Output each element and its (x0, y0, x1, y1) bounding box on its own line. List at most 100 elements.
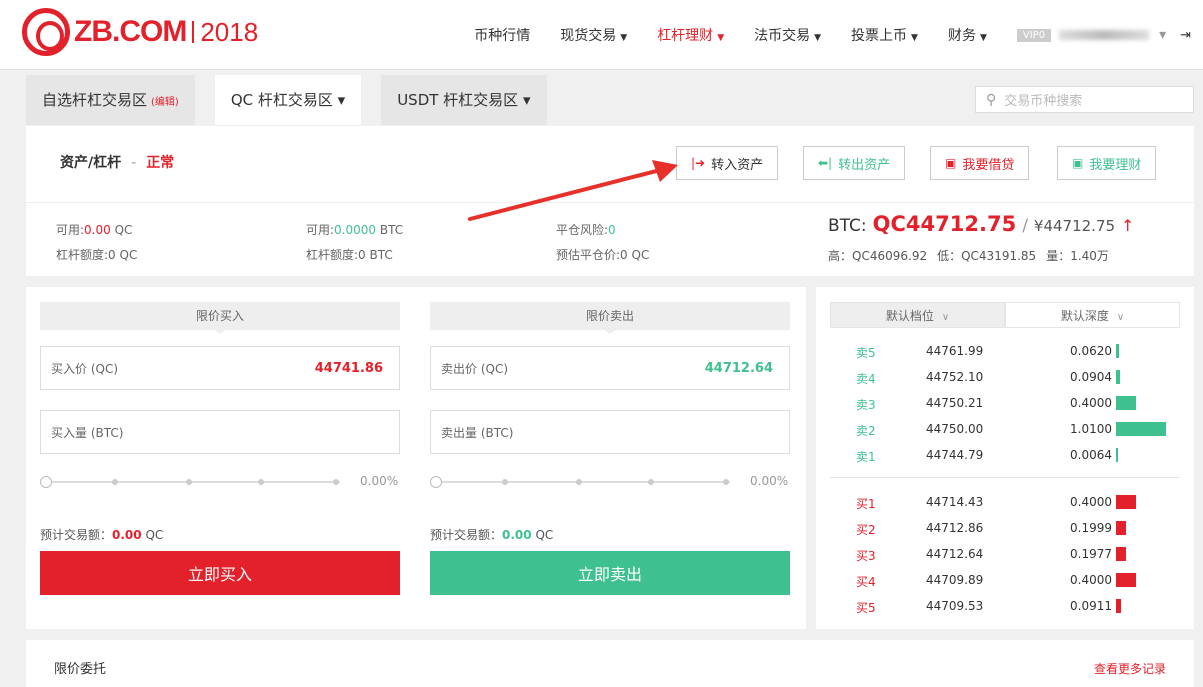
order-level-label: 卖5 (856, 346, 876, 360)
order-book: 默认档位 ∨ 默认深度 ∨ 卖5 44761.99 0.0620 卖4 44752.10 0.… (816, 287, 1194, 629)
bid-row[interactable]: 买2 44712.86 0.1999 (830, 518, 1180, 538)
order-amount: 0.4000 (1070, 396, 1112, 410)
transfer-in-button[interactable]: |➜ 转入资产 (676, 146, 779, 180)
divider (26, 202, 1194, 203)
buy-price-input[interactable]: 买入价 (QC) 44741.86 (40, 346, 400, 390)
sell-tab[interactable]: 限价卖出 (430, 302, 790, 334)
chevron-down-icon: ▾ (1159, 27, 1167, 43)
order-book-header: 默认档位 ∨ 默认深度 ∨ (830, 302, 1180, 328)
bid-row[interactable]: 买1 44714.43 0.4000 (830, 492, 1180, 512)
transfer-out-icon: ⬅| (818, 156, 833, 170)
ticker-price: BTC: QC44712.75/¥44712.75 ↑ (828, 212, 1135, 236)
sell-percent-slider[interactable]: 0.00% (430, 474, 790, 490)
order-price: 44761.99 (926, 344, 984, 358)
depth-bar (1116, 344, 1119, 358)
ask-row[interactable]: 卖2 44750.00 1.0100 (830, 419, 1180, 439)
tab-qc-margin[interactable]: QC 杆杠交易区 ▾ (214, 75, 362, 125)
chevron-down-icon: ▼ (717, 33, 725, 43)
nav-vote-listing[interactable]: 投票上币 ▼ (851, 25, 918, 45)
top-header: ZB.COM 2018 币种行情 现货交易 ▼ 杠杆理财 ▼ 法币交易 ▼ 投票上币 ▼… (0, 0, 1203, 70)
qc-available: 可用:0.00 QC (56, 223, 133, 237)
search-input[interactable]: ⚲ 交易币种搜索 (975, 86, 1194, 113)
wallet-icon: ▣ (945, 156, 957, 170)
nav-market[interactable]: 币种行情 (474, 25, 530, 45)
logo[interactable]: ZB.COM 2018 (22, 8, 258, 56)
order-amount: 0.4000 (1070, 495, 1112, 509)
buy-estimated-total: 预计交易额：0.00 QC (40, 528, 164, 542)
sell-price-input[interactable]: 卖出价 (QC) 44712.64 (430, 346, 790, 390)
order-price: 44744.79 (926, 448, 984, 462)
tab-usdt-margin[interactable]: USDT 杆杠交易区 ▾ (381, 75, 547, 125)
edit-tag[interactable]: (编辑) (151, 97, 179, 108)
depth-bar (1116, 396, 1136, 410)
order-level-label: 卖1 (856, 450, 876, 464)
chevron-down-icon: ▼ (620, 33, 628, 43)
sell-now-button[interactable]: 立即卖出 (430, 551, 790, 595)
ask-row[interactable]: 卖1 44744.79 0.0064 (830, 445, 1180, 465)
borrow-button[interactable]: ▣ 我要借贷 (930, 146, 1030, 180)
buy-amount-input[interactable]: 买入量 (BTC) (40, 410, 400, 454)
order-amount: 0.0911 (1070, 599, 1112, 613)
bid-row[interactable]: 买5 44709.53 0.0911 (830, 596, 1180, 616)
ask-row[interactable]: 卖5 44761.99 0.0620 (830, 341, 1180, 361)
sell-column: 限价卖出 卖出价 (QC) 44712.64 卖出量 (BTC) 0.00% 预… (430, 302, 790, 595)
nav-margin[interactable]: 杠杆理财 ▼ (657, 25, 724, 45)
sell-amount-input[interactable]: 卖出量 (BTC) (430, 410, 790, 454)
ask-row[interactable]: 卖4 44752.10 0.0904 (830, 367, 1180, 387)
order-level-label: 买3 (856, 549, 876, 563)
search-icon: ⚲ (986, 91, 997, 108)
depth-bar (1116, 448, 1118, 462)
account-menu[interactable]: VIP0 ▾ (1016, 27, 1167, 43)
buy-column: 限价买入 买入价 (QC) 44741.86 买入量 (BTC) 0.00% 预… (40, 302, 400, 595)
slider-handle[interactable] (40, 476, 52, 488)
order-level-label: 卖2 (856, 424, 876, 438)
invest-button[interactable]: ▣ 我要理财 (1057, 146, 1157, 180)
order-amount: 0.1977 (1070, 547, 1112, 561)
depth-bar (1116, 495, 1136, 509)
depth-level-select[interactable]: 默认档位 ∨ (830, 302, 1005, 328)
asset-panel: 资产/杠杆 - 正常 |➜ 转入资产 ⬅| 转出资产 ▣ 我要借贷 ▣ 我要理财 可… (26, 126, 1194, 276)
depth-bar (1116, 370, 1120, 384)
logout-icon[interactable]: ⇥ (1180, 28, 1191, 43)
order-level-label: 买5 (856, 601, 876, 615)
bid-row[interactable]: 买4 44709.89 0.4000 (830, 570, 1180, 590)
chevron-down-icon: ▾ (522, 91, 531, 109)
account-name-blurred (1059, 30, 1150, 40)
order-level-label: 买1 (856, 497, 876, 511)
vip-badge: VIP0 (1016, 28, 1052, 42)
logo-mark-icon (22, 8, 70, 56)
order-amount: 0.0620 (1070, 344, 1112, 358)
chevron-down-icon: ▼ (979, 33, 987, 43)
bid-row[interactable]: 买3 44712.64 0.1977 (830, 544, 1180, 564)
ask-row[interactable]: 卖3 44750.21 0.4000 (830, 393, 1180, 413)
depth-precision-select[interactable]: 默认深度 ∨ (1005, 302, 1180, 328)
order-price: 44712.64 (926, 547, 984, 561)
logo-text: ZB.COM (74, 15, 187, 48)
chevron-down-icon: ∨ (1116, 312, 1125, 323)
arrow-up-icon: ↑ (1121, 216, 1135, 235)
nav-fiat-trading[interactable]: 法币交易 ▼ (754, 25, 821, 45)
order-amount: 0.4000 (1070, 573, 1112, 587)
chevron-down-icon: ▼ (814, 33, 822, 43)
buy-tab[interactable]: 限价买入 (40, 302, 400, 334)
tab-favorite-margin[interactable]: 自选杆杠交易区 (编辑) (26, 75, 195, 125)
market-tabs: 自选杆杠交易区 (编辑) QC 杆杠交易区 ▾ USDT 杆杠交易区 ▾ (26, 75, 567, 125)
buy-now-button[interactable]: 立即买入 (40, 551, 400, 595)
nav-spot-trading[interactable]: 现货交易 ▼ (560, 25, 627, 45)
btc-margin-limit: 杠杆额度:0 BTC (306, 248, 393, 262)
buy-percent-slider[interactable]: 0.00% (40, 474, 400, 490)
order-level-label: 卖3 (856, 398, 876, 412)
order-amount: 0.0064 (1070, 448, 1112, 462)
chevron-down-icon: ∨ (941, 312, 950, 323)
view-more-records-link[interactable]: 查看更多记录 (1094, 660, 1166, 677)
transfer-in-icon: |➜ (691, 156, 706, 170)
limit-orders-panel: 限价委托 查看更多记录 (26, 640, 1194, 687)
order-level-label: 买2 (856, 523, 876, 537)
estimated-liquidation-price: 预估平仓价:0 QC (556, 248, 650, 262)
transfer-out-button[interactable]: ⬅| 转出资产 (803, 146, 906, 180)
search-placeholder: 交易币种搜索 (1004, 94, 1083, 109)
slider-handle[interactable] (430, 476, 442, 488)
status-badge: 正常 (146, 155, 175, 171)
limit-orders-title: 限价委托 (54, 662, 107, 677)
nav-finance[interactable]: 财务 ▼ (948, 25, 987, 45)
